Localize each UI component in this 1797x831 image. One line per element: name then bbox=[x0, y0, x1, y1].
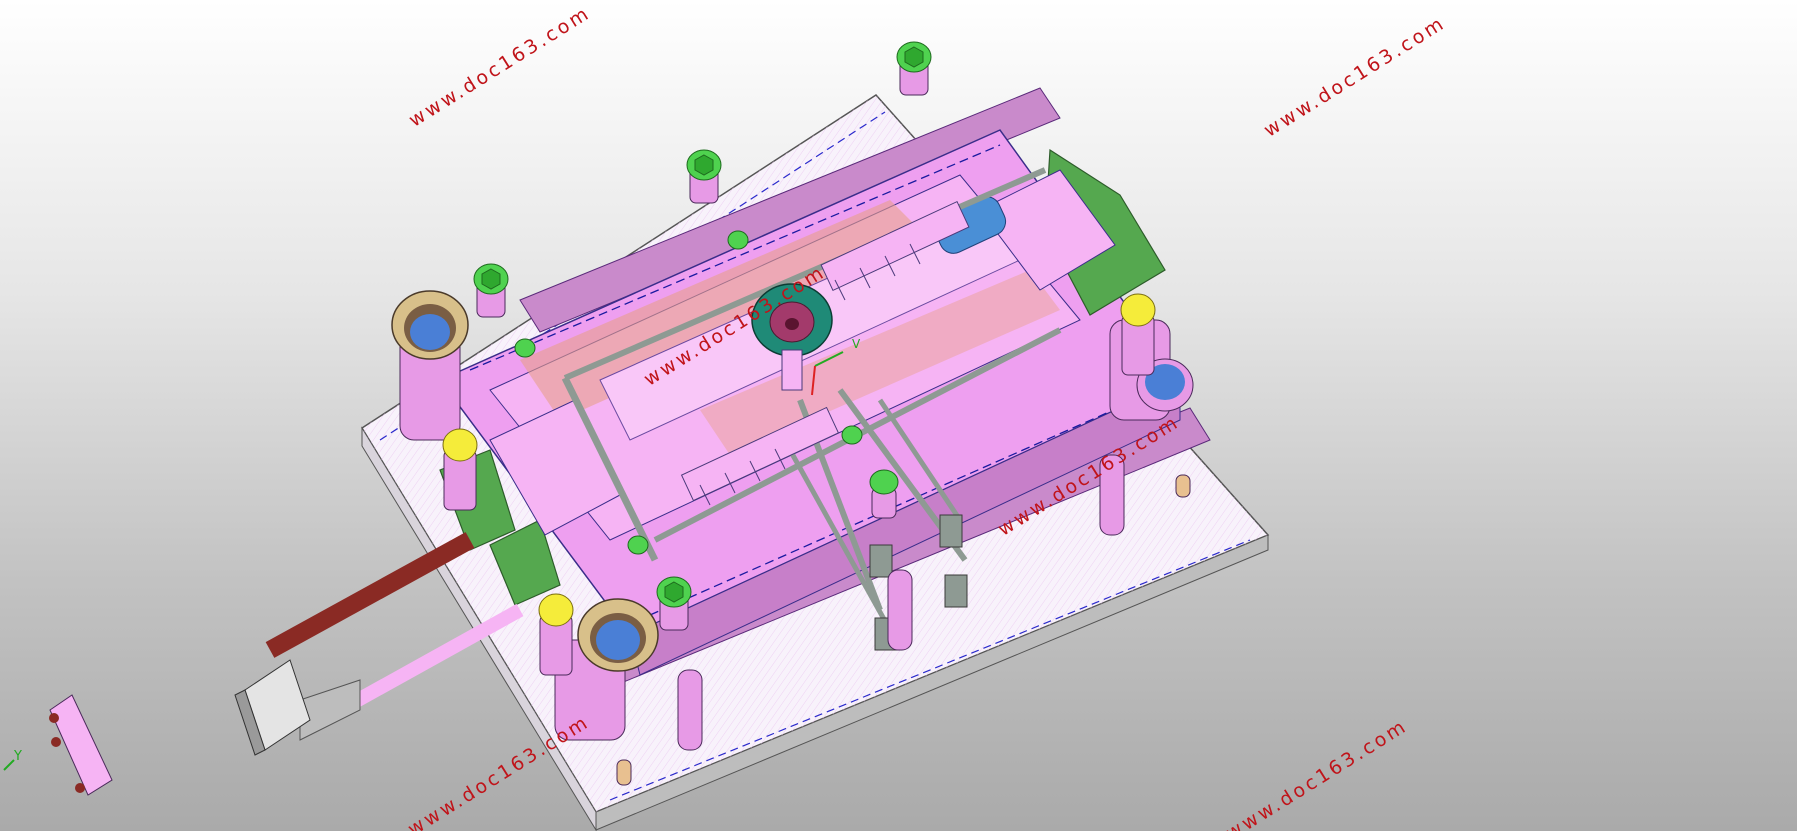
triad-v-label: V bbox=[852, 337, 861, 351]
cad-viewport[interactable]: V Y www.doc163.com www.doc163.com www.do… bbox=[0, 0, 1797, 831]
view-axis-indicator: Y bbox=[3, 749, 22, 771]
axis-y-label: Y bbox=[13, 749, 22, 764]
mold-assembly-model[interactable]: V Y bbox=[0, 0, 1797, 831]
loose-part bbox=[49, 694, 113, 796]
